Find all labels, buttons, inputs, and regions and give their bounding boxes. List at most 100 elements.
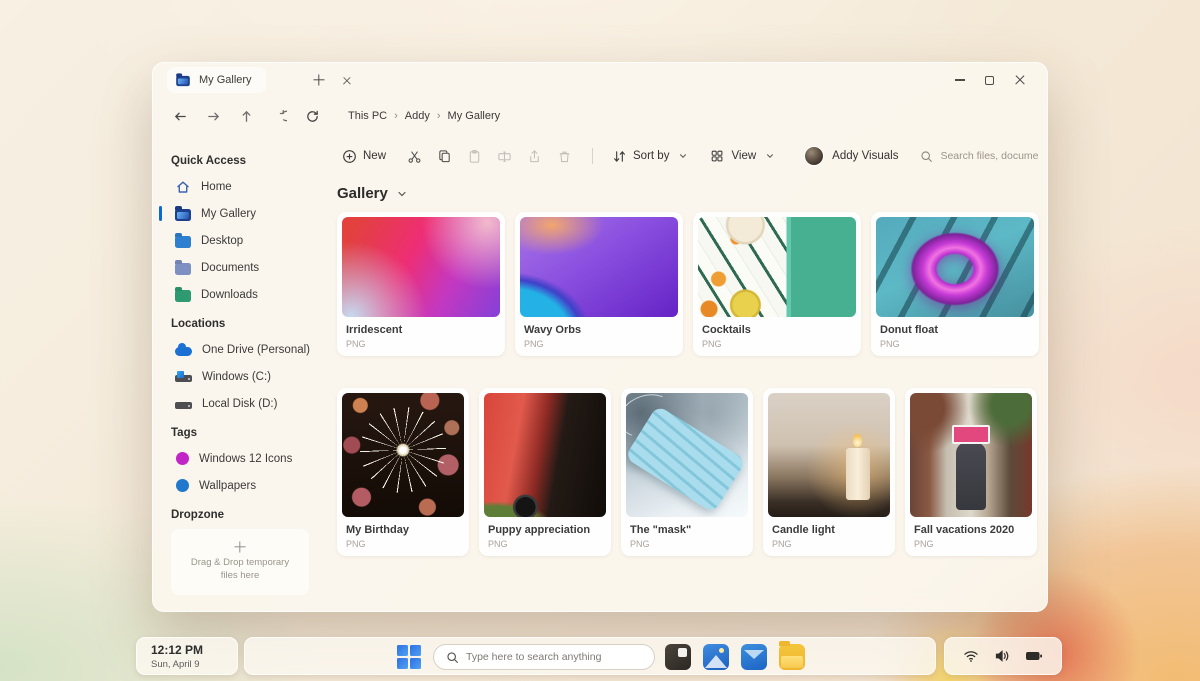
gallery-card-cocktails[interactable]: Cocktails PNG	[693, 212, 861, 356]
new-button[interactable]: New	[335, 144, 392, 168]
chevron-down-icon	[675, 148, 691, 164]
gallery-card-irridescent[interactable]: Irridescent PNG	[337, 212, 505, 356]
start-logo-icon	[397, 658, 408, 669]
new-tab-button[interactable]	[314, 75, 325, 86]
sidebar-item-my-gallery[interactable]: My Gallery	[171, 200, 315, 227]
thumbnail-cocktails	[698, 217, 856, 317]
sort-by-button[interactable]: Sort by	[605, 144, 697, 168]
minimize-button[interactable]	[955, 79, 965, 80]
battery-icon	[1025, 650, 1043, 662]
section-locations: Locations	[171, 318, 315, 330]
sidebar-item-wallpapers[interactable]: Wallpapers	[171, 472, 315, 499]
section-tags: Tags	[171, 427, 315, 439]
thumbnail-irridescent	[342, 217, 500, 317]
view-button[interactable]: View	[703, 144, 784, 168]
start-button[interactable]	[397, 645, 421, 669]
sidebar-item-local-disk-d[interactable]: Local Disk (D:)	[171, 390, 315, 417]
disk-drive-icon	[175, 402, 192, 409]
taskbar-time: 12:12 PM	[151, 643, 237, 657]
breadcrumb-my-gallery[interactable]: My Gallery	[448, 110, 501, 122]
breadcrumb-separator: ›	[437, 110, 441, 122]
volume-icon	[994, 649, 1010, 663]
clock-widget[interactable]: 12:12 PM Sun, April 9	[136, 637, 238, 675]
forward-icon[interactable]	[206, 109, 221, 124]
folder-green-icon	[175, 290, 191, 302]
tab-my-gallery[interactable]: My Gallery	[167, 67, 266, 93]
titlebar: My Gallery	[153, 63, 1047, 97]
sidebar-item-desktop[interactable]: Desktop	[171, 227, 315, 254]
plus-icon	[235, 541, 246, 552]
thumbnail-the-mask	[626, 393, 748, 517]
search-bar	[920, 150, 1039, 163]
sidebar-item-windows-12-icons[interactable]: Windows 12 Icons	[171, 445, 315, 472]
undo-icon[interactable]	[272, 109, 287, 124]
toolbar: New	[335, 141, 1039, 171]
sign-shape	[952, 425, 990, 444]
taskbar-search[interactable]	[433, 644, 655, 670]
delete-icon[interactable]	[556, 148, 572, 164]
cut-icon[interactable]	[406, 148, 422, 164]
media-app-icon[interactable]	[665, 644, 691, 670]
page-title: Gallery	[337, 185, 388, 202]
windows-drive-icon	[175, 375, 192, 382]
sidebar-item-home[interactable]: Home	[171, 173, 315, 200]
thumbnail-candle-light	[768, 393, 890, 517]
section-dropzone: Dropzone	[171, 509, 315, 521]
maximize-button[interactable]	[985, 76, 994, 85]
file-explorer-window: My Gallery	[152, 62, 1048, 612]
share-icon[interactable]	[526, 148, 542, 164]
breadcrumb-this-pc[interactable]: This PC	[348, 110, 387, 122]
profile-button[interactable]: Addy Visuals	[804, 146, 898, 166]
taskbar-center	[244, 637, 936, 675]
close-tab-icon[interactable]	[342, 76, 351, 85]
breadcrumb-addy[interactable]: Addy	[405, 110, 430, 122]
search-input[interactable]	[940, 150, 1039, 162]
plus-circle-icon	[341, 148, 357, 164]
sparkler-shape	[360, 407, 446, 493]
sidebar-item-onedrive[interactable]: One Drive (Personal)	[171, 336, 315, 363]
gallery-card-puppy-appreciation[interactable]: Puppy appreciation PNG	[479, 388, 611, 556]
main-content: New	[325, 137, 1055, 611]
thumbnail-donut-float	[876, 217, 1034, 317]
gallery-folder-icon	[176, 76, 190, 86]
folder-blue-icon	[175, 236, 191, 248]
system-tray[interactable]	[944, 637, 1062, 675]
breadcrumb-separator: ›	[394, 110, 398, 122]
file-explorer-app-icon[interactable]	[779, 644, 805, 670]
chevron-down-icon	[762, 148, 778, 164]
mail-app-icon[interactable]	[741, 644, 767, 670]
up-icon[interactable]	[239, 109, 254, 124]
gallery-card-donut-float[interactable]: Donut float PNG	[871, 212, 1039, 356]
chevron-down-icon[interactable]	[396, 188, 408, 200]
search-icon	[920, 150, 933, 163]
close-window-button[interactable]	[1014, 75, 1025, 86]
taskbar: 12:12 PM Sun, April 9	[0, 635, 1200, 677]
photos-app-icon[interactable]	[703, 644, 729, 670]
refresh-icon[interactable]	[305, 109, 320, 124]
navigation-bar: This PC › Addy › My Gallery	[153, 97, 1047, 135]
sidebar-item-downloads[interactable]: Downloads	[171, 281, 315, 308]
taskbar-date: Sun, April 9	[151, 659, 237, 670]
onedrive-cloud-icon	[175, 347, 192, 356]
tag-dot-magenta-icon	[176, 452, 189, 465]
home-icon	[175, 179, 191, 195]
copy-icon[interactable]	[436, 148, 452, 164]
sidebar-item-windows-c[interactable]: Windows (C:)	[171, 363, 315, 390]
paste-icon[interactable]	[466, 148, 482, 164]
grid-view-icon	[709, 148, 725, 164]
gallery-card-the-mask[interactable]: The "mask" PNG	[621, 388, 753, 556]
section-quick-access: Quick Access	[171, 155, 315, 167]
gallery-card-candle-light[interactable]: Candle light PNG	[763, 388, 895, 556]
gallery-card-wavy-orbs[interactable]: Wavy Orbs PNG	[515, 212, 683, 356]
rename-icon[interactable]	[496, 148, 512, 164]
taskbar-search-input[interactable]	[466, 651, 642, 663]
breadcrumb: This PC › Addy › My Gallery	[348, 110, 500, 122]
donut-shape	[909, 231, 1001, 307]
candle-shape	[846, 448, 870, 500]
dropzone-target[interactable]: Drag & Drop temporary files here	[171, 529, 309, 595]
back-icon[interactable]	[173, 109, 188, 124]
dropzone-text: Drag & Drop temporary files here	[185, 557, 295, 583]
sidebar-item-documents[interactable]: Documents	[171, 254, 315, 281]
gallery-card-my-birthday[interactable]: My Birthday PNG	[337, 388, 469, 556]
gallery-card-fall-vacations[interactable]: Fall vacations 2020 PNG	[905, 388, 1037, 556]
